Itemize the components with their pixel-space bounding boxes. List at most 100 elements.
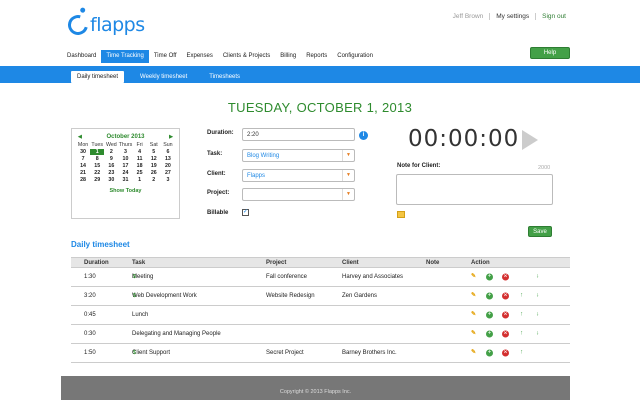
help-button[interactable]: Help [530,47,570,59]
calendar-day[interactable]: 15 [90,163,104,169]
next-month-icon[interactable]: ▶ [169,134,173,140]
add-icon[interactable]: + [486,330,493,338]
nav-reports[interactable]: Reports [301,50,332,63]
calendar-day[interactable]: 18 [133,163,147,169]
tab-daily-timesheet[interactable]: Daily timesheet [71,71,125,83]
row-client: Harvey and Associates [342,274,404,280]
delete-icon[interactable]: ✕ [502,311,509,319]
calendar-day[interactable]: 31 [118,177,132,183]
edit-pencil-icon[interactable]: ✎ [470,274,477,281]
calendar-day-of-week: Tues [91,142,103,148]
calendar-grid: Mon Tues Wed Thurs Fri Sat Sun 30 1 2 3 4 5 6 7 8 9 10 11 1… [72,142,179,183]
calendar-day[interactable]: 29 [90,177,104,183]
nav-clients-projects[interactable]: Clients & Projects [218,50,275,63]
client-select[interactable]: Flapps ▼ [242,169,355,182]
row-duration: 3:20 [84,293,96,299]
billable-checkbox[interactable]: ✓ [242,209,249,216]
calendar-day[interactable]: 3 [161,177,175,183]
nav-dashboard[interactable]: Dashboard [62,50,101,63]
calendar-day[interactable]: 9 [104,156,118,162]
calendar-day[interactable]: 2 [104,149,118,155]
edit-pencil-icon[interactable]: ✎ [470,312,477,319]
nav-time-off[interactable]: Time Off [149,50,182,63]
edit-pencil-icon[interactable]: ✎ [470,293,477,300]
move-down-arrow-icon[interactable]: ↓ [534,331,541,338]
calendar-day[interactable]: 12 [147,156,161,162]
delete-icon[interactable]: ✕ [502,292,509,300]
calendar-day[interactable]: 10 [118,156,132,162]
nav-billing[interactable]: Billing [275,50,301,63]
calendar-day[interactable]: 16 [104,163,118,169]
play-icon[interactable] [522,130,538,150]
calendar-day[interactable]: 30 [104,177,118,183]
project-select[interactable]: ▼ [242,188,355,201]
add-icon[interactable]: + [486,349,493,357]
user-bar: Jeff Brown My settings Sign out [447,13,572,20]
calendar-day[interactable]: 25 [133,170,147,176]
move-down-arrow-icon[interactable]: ↓ [534,312,541,319]
nav-expenses[interactable]: Expenses [181,50,217,63]
move-down-arrow-icon[interactable]: ↓ [534,293,541,300]
calendar-day[interactable]: 1 [133,177,147,183]
move-up-arrow-icon[interactable]: ↑ [518,293,525,300]
move-up-arrow-icon[interactable]: ↑ [518,312,525,319]
tab-timesheets[interactable]: Timesheets [203,71,246,83]
calendar-day[interactable]: 22 [90,170,104,176]
calendar-day[interactable]: 24 [118,170,132,176]
delete-icon[interactable]: ✕ [502,349,509,357]
nav-time-tracking[interactable]: Time Tracking [101,50,149,63]
tab-weekly-timesheet[interactable]: Weekly timesheet [134,71,193,83]
calendar-day[interactable]: 28 [76,177,90,183]
calendar-day[interactable]: 4 [133,149,147,155]
calendar-day[interactable]: 27 [161,170,175,176]
calendar-day[interactable]: 1 [90,149,105,155]
chevron-down-icon: ▼ [342,150,354,161]
calendar-day[interactable]: 11 [133,156,147,162]
calendar-day[interactable]: 8 [90,156,104,162]
nav-configuration[interactable]: Configuration [332,50,378,63]
calendar-day[interactable]: 6 [161,149,175,155]
calendar-day[interactable]: 7 [76,156,90,162]
delete-icon[interactable]: ✕ [502,330,509,338]
table-header: Duration Task Project Client Note Action [71,257,570,268]
calendar-day[interactable]: 26 [147,170,161,176]
table-row: 0:45 Lunch ✎ + ✕ ↑ ↓ [71,306,570,325]
info-icon[interactable]: i [359,131,368,140]
edit-pencil-icon[interactable]: ✎ [470,331,477,338]
calendar-day[interactable]: 3 [118,149,132,155]
prev-month-icon[interactable]: ◀ [78,134,82,140]
note-icon[interactable] [397,211,405,218]
move-down-arrow-icon[interactable]: ↓ [534,274,541,281]
calendar-day[interactable]: 20 [161,163,175,169]
calendar-day[interactable]: 21 [76,170,90,176]
calendar-day[interactable]: 17 [118,163,132,169]
col-duration: Duration [84,259,109,266]
add-icon[interactable]: + [486,273,493,281]
move-up-arrow-icon[interactable]: ↑ [518,331,525,338]
task-select[interactable]: Blog Writing ▼ [242,149,355,162]
calendar-day[interactable]: 14 [76,163,90,169]
calendar-day[interactable]: 13 [161,156,175,162]
calendar-day[interactable]: 23 [104,170,118,176]
row-task-name: Client Support [132,350,171,356]
edit-pencil-icon[interactable]: ✎ [470,350,477,357]
calendar-day[interactable]: 5 [147,149,161,155]
calendar-day[interactable]: 19 [147,163,161,169]
flapps-logo[interactable]: flapps [64,11,145,39]
note-textarea[interactable] [396,174,553,205]
add-icon[interactable]: + [486,311,493,319]
show-today-link[interactable]: Show Today [72,188,179,194]
calendar-day-of-week: Wed [105,142,117,148]
sign-out-link[interactable]: Sign out [535,13,572,20]
my-settings-link[interactable]: My settings [489,13,535,20]
duration-input[interactable]: 2:20 [242,128,355,141]
move-up-arrow-icon[interactable]: ↑ [518,350,525,357]
row-client: Zen Gardens [342,293,378,299]
add-icon[interactable]: + [486,292,493,300]
save-button[interactable]: Save [528,226,552,237]
calendar-day[interactable]: 30 [76,149,90,155]
row-project: Website Redesign [266,293,315,299]
chevron-down-icon: ▼ [342,189,354,200]
delete-icon[interactable]: ✕ [502,273,509,281]
calendar-day[interactable]: 2 [147,177,161,183]
